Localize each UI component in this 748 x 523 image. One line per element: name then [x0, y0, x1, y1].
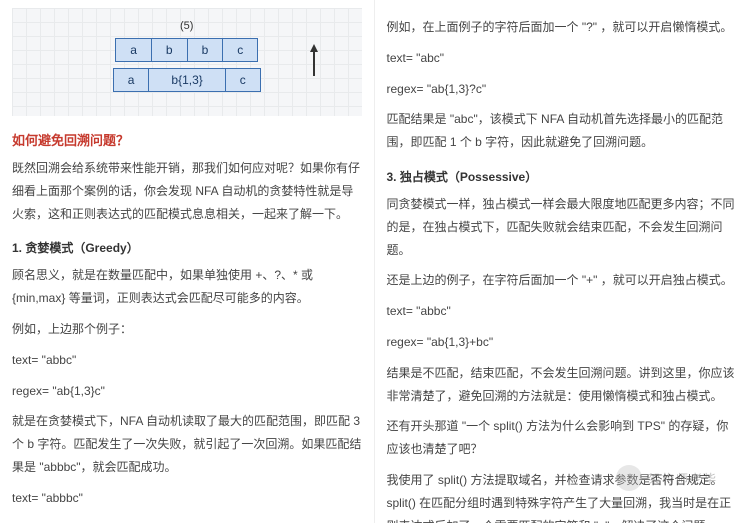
code-line: text= "abbbc": [12, 487, 362, 510]
paragraph: 匹配结果是 "abc"，该模式下 NFA 自动机首先选择最小的匹配范围，即匹配 …: [387, 108, 737, 154]
right-column: 例如，在上面例子的字符后面加一个 "?" ，就可以开启懒惰模式。 text= "…: [375, 0, 748, 523]
paragraph: 例如，上边那个例子：: [12, 318, 362, 341]
section-heading-possessive: 3. 独占模式（Possessive）: [387, 168, 737, 185]
cell: a: [115, 38, 152, 62]
watermark-avatar-icon: [616, 465, 642, 491]
code-line: regex= "ab{1,3}+bc": [387, 331, 737, 354]
paragraph: 就是在贪婪模式下，NFA 自动机读取了最大的匹配范围，即匹配 3 个 b 字符。…: [12, 410, 362, 478]
cell: b{1,3}: [149, 68, 225, 92]
cell: b: [152, 38, 188, 62]
paragraph: 还有开头那道 "一个 split() 方法为什么会影响到 TPS" 的存疑，你应…: [387, 415, 737, 461]
section-heading-greedy: 1. 贪婪模式（Greedy）: [12, 239, 362, 256]
paragraph: 结果是不匹配，结束匹配，不会发生回溯问题。讲到这里，你应该非常清楚了，避免回溯的…: [387, 362, 737, 408]
code-line: text= "abc": [387, 47, 737, 70]
diagram-row-input: a b b c: [115, 38, 258, 62]
watermark: 架构师老毕: [616, 465, 718, 491]
paragraph: 还是上边的例子，在字符后面加一个 "+" ，就可以开启独占模式。: [387, 269, 737, 292]
diagram-row-regex: a b{1,3} c: [113, 68, 261, 92]
code-line: text= "abbc": [387, 300, 737, 323]
cell: a: [113, 68, 150, 92]
backtrack-arrow-icon: [310, 44, 318, 52]
nfa-diagram: (5) a b b c a b{1,3} c: [12, 8, 362, 116]
paragraph: 例如，在上面例子的字符后面加一个 "?" ，就可以开启懒惰模式。: [387, 16, 737, 39]
paragraph: 既然回溯会给系统带来性能开销，那我们如何应对呢？如果你有仔细看上面那个案例的话，…: [12, 157, 362, 225]
watermark-text: 架构师老毕: [648, 470, 718, 487]
section-heading-avoid-backtrack: 如何避免回溯问题？: [12, 130, 362, 149]
code-line: regex= "ab{1,3}c": [12, 518, 362, 523]
diagram-step-label: (5): [30, 20, 344, 32]
cell: c: [223, 38, 258, 62]
code-line: text= "abbc": [12, 349, 362, 372]
paragraph: 同贪婪模式一样，独占模式一样会最大限度地匹配更多内容；不同的是，在独占模式下，匹…: [387, 193, 737, 261]
cell: c: [226, 68, 261, 92]
code-line: regex= "ab{1,3}c": [12, 380, 362, 403]
paragraph: 顾名思义，就是在数量匹配中，如果单独使用 +、?、* 或 {min,max} 等…: [12, 264, 362, 310]
cell: b: [188, 38, 224, 62]
left-column: (5) a b b c a b{1,3} c 如何避免回溯问题？ 既然回溯会给系…: [0, 0, 375, 523]
code-line: regex= "ab{1,3}?c": [387, 78, 737, 101]
